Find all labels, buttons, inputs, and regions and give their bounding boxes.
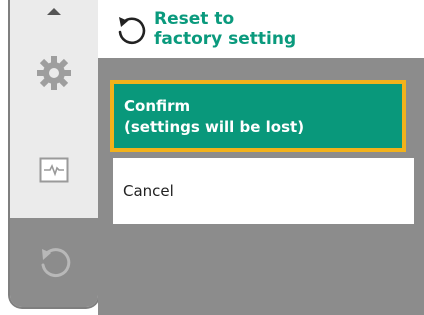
reset-factory-screen: Reset to factory setting Confirm (settin… [0, 0, 424, 315]
menu-scroll-up[interactable] [10, 0, 98, 40]
menu-item-reset[interactable] [10, 218, 98, 307]
gear-icon [37, 56, 71, 90]
reset-arrow-icon [118, 17, 146, 45]
cancel-label: Cancel [123, 182, 174, 200]
options-panel: Confirm (settings will be lost) Cancel [98, 58, 424, 315]
confirm-button[interactable]: Confirm (settings will be lost) [110, 80, 406, 152]
cancel-button[interactable]: Cancel [113, 158, 414, 224]
confirm-label: Confirm (settings will be lost) [124, 97, 305, 136]
page-title: Reset to factory setting [154, 9, 297, 49]
side-menu-rail [8, 0, 100, 309]
menu-item-settings[interactable] [10, 40, 98, 106]
graph-icon [39, 157, 69, 183]
up-arrow-icon [47, 8, 61, 15]
menu-item-diagnostics[interactable] [10, 124, 98, 216]
reset-icon [41, 247, 71, 277]
page-header: Reset to factory setting [98, 0, 424, 58]
